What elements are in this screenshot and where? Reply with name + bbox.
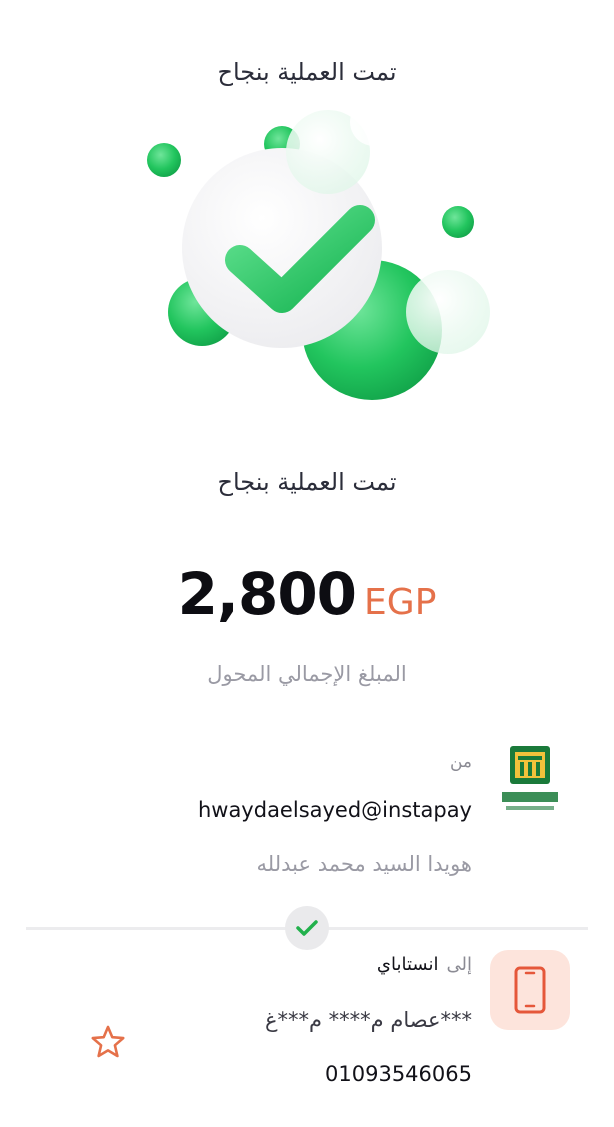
amount-value: 2,800 [177, 560, 357, 628]
recipient-service-row: إلى انستاباي [377, 954, 472, 975]
status-title: تمت العملية بنجاح [217, 468, 397, 496]
phone-icon [490, 950, 570, 1030]
amount-display: 2,800 EGP [0, 560, 614, 628]
recipient-service: انستاباي [376, 954, 439, 975]
amount-caption: المبلغ الإجمالي المحول [207, 662, 407, 686]
check-icon [285, 906, 329, 950]
amount-currency: EGP [364, 582, 437, 623]
star-icon[interactable] [90, 1024, 126, 1060]
from-label: من [449, 752, 472, 772]
recipient-phone: 01093546065 [325, 1062, 472, 1086]
sender-handle: hwaydaelsayed@instapay [197, 798, 472, 822]
success-check-icon [132, 98, 512, 420]
to-label: إلى [446, 954, 473, 975]
bank-logo [498, 744, 562, 822]
header-title: تمت العملية بنجاح [217, 58, 397, 86]
sender-name: هويدا السيد محمد عبدلله [256, 852, 472, 876]
recipient-name: عصام م**** م***غ*** [264, 1008, 472, 1032]
